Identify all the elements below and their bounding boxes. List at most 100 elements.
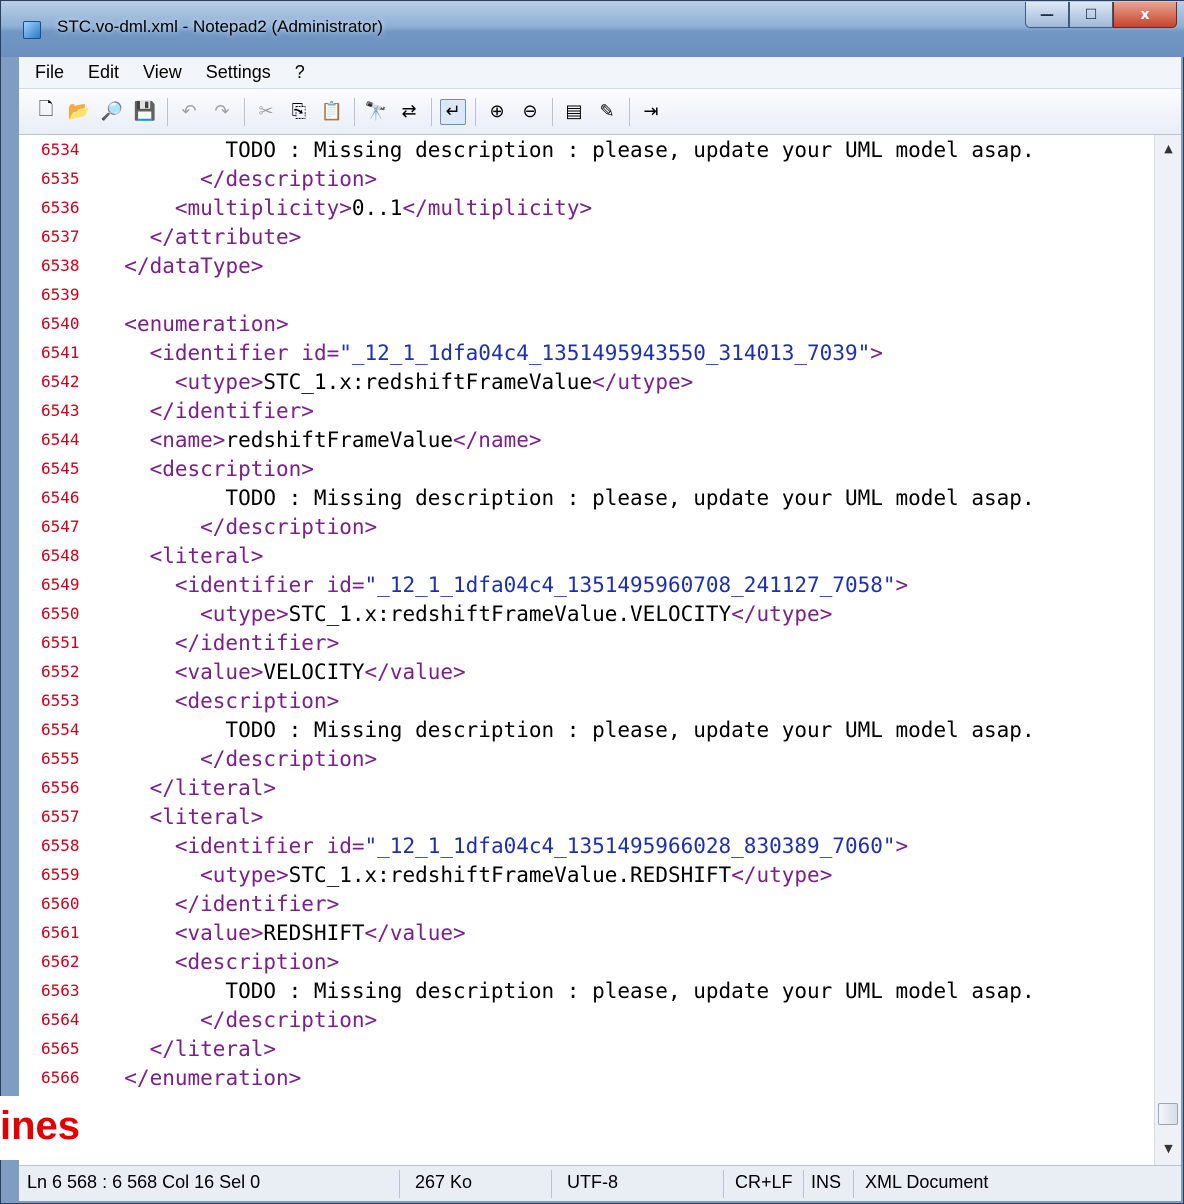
new-file-icon[interactable]: 🗋	[33, 99, 59, 125]
code-line[interactable]: 6544 <name>redshiftFrameValue</name>	[19, 425, 1154, 454]
menu-help[interactable]: ?	[287, 62, 313, 83]
copy-icon[interactable]: ⎘	[286, 99, 312, 125]
notepad2-app-icon[interactable]	[23, 21, 41, 39]
line-number: 6547	[41, 517, 80, 536]
code-line[interactable]: 6548 <literal>	[19, 541, 1154, 570]
xml-text: STC_1.x:redshiftFrameValue	[263, 369, 593, 394]
code-line[interactable]: 6538 </dataType>	[19, 251, 1154, 280]
xml-text: TODO : Missing description : please, upd…	[99, 978, 1035, 1003]
code-text: <value>REDSHIFT</value>	[99, 921, 466, 945]
paste-icon[interactable]: 📋	[319, 99, 345, 125]
title-bar[interactable]: STC.vo-dml.xml - Notepad2 (Administrator…	[1, 1, 1184, 57]
code-line[interactable]: 6554 TODO : Missing description : please…	[19, 715, 1154, 744]
line-number: 6565	[41, 1039, 80, 1058]
code-text: TODO : Missing description : please, upd…	[99, 978, 1035, 1003]
code-line[interactable]: 6555 </description>	[19, 744, 1154, 773]
find-icon[interactable]: 🔭	[363, 99, 389, 125]
xml-text	[99, 631, 175, 655]
status-document-type[interactable]: XML Document	[865, 1172, 988, 1193]
code-text: <identifier id="_12_1_1dfa04c4_135149596…	[99, 573, 908, 597]
code-line[interactable]: 6550 <utype>STC_1.x:redshiftFrameValue.V…	[19, 599, 1154, 628]
zoom-out-icon[interactable]: ⊖	[517, 99, 543, 125]
exit-icon[interactable]: ⇥	[638, 99, 664, 125]
undo-icon[interactable]: ↶	[176, 99, 202, 125]
scheme-icon[interactable]: ▤	[561, 99, 587, 125]
code-line[interactable]: 6563 TODO : Missing description : please…	[19, 976, 1154, 1005]
customize-schemes-icon[interactable]: ✎	[594, 99, 620, 125]
text-editor[interactable]: 6534 TODO : Missing description : please…	[19, 135, 1154, 1165]
line-number: 6543	[41, 401, 80, 420]
xml-text	[99, 602, 200, 626]
scroll-thumb[interactable]	[1158, 1103, 1178, 1125]
code-line[interactable]: 6535 </description>	[19, 164, 1154, 193]
scroll-down-arrow-icon[interactable]: ▼	[1155, 1137, 1182, 1159]
xml-text	[99, 167, 200, 191]
code-line[interactable]: 6537 </attribute>	[19, 222, 1154, 251]
code-line[interactable]: 6546 TODO : Missing description : please…	[19, 483, 1154, 512]
xml-text	[99, 428, 150, 452]
line-number: 6544	[41, 430, 80, 449]
code-line[interactable]: 6540 <enumeration>	[19, 309, 1154, 338]
browse-icon[interactable]: 🔎	[99, 99, 125, 125]
code-line[interactable]: 6558 <identifier id="_12_1_1dfa04c4_1351…	[19, 831, 1154, 860]
code-line[interactable]: 6561 <value>REDSHIFT</value>	[19, 918, 1154, 947]
redo-icon[interactable]: ↷	[209, 99, 235, 125]
xml-text: TODO : Missing description : please, upd…	[99, 137, 1035, 162]
code-line[interactable]: 6560 </identifier>	[19, 889, 1154, 918]
xml-tag: <description>	[174, 949, 340, 974]
line-number: 6556	[41, 778, 80, 797]
code-line[interactable]: 6539	[19, 280, 1154, 309]
status-encoding[interactable]: UTF-8	[567, 1172, 618, 1193]
status-eol[interactable]: CR+LF	[735, 1172, 793, 1193]
save-icon[interactable]: 💾	[132, 99, 158, 125]
code-line[interactable]: 6536 <multiplicity>0..1</multiplicity>	[19, 193, 1154, 222]
status-insert-mode[interactable]: INS	[811, 1172, 841, 1193]
xml-tag: >	[895, 833, 909, 858]
code-line[interactable]: 6559 <utype>STC_1.x:redshiftFrameValue.R…	[19, 860, 1154, 889]
cut-icon[interactable]: ✂	[253, 99, 279, 125]
close-button[interactable]: x	[1113, 2, 1177, 28]
code-line[interactable]: 6565 </literal>	[19, 1034, 1154, 1063]
xml-tag: <value>	[174, 920, 264, 945]
open-folder-icon[interactable]: 📂	[66, 99, 92, 125]
code-line[interactable]: 6545 <description>	[19, 454, 1154, 483]
scroll-up-arrow-icon[interactable]: ▲	[1155, 137, 1182, 159]
code-line[interactable]: 6562 <description>	[19, 947, 1154, 976]
xml-tag: </utype>	[592, 369, 694, 394]
code-line[interactable]: 6557 <literal>	[19, 802, 1154, 831]
code-line[interactable]: 6551 </identifier>	[19, 628, 1154, 657]
code-line[interactable]: 6542 <utype>STC_1.x:redshiftFrameValue</…	[19, 367, 1154, 396]
menu-settings[interactable]: Settings	[198, 62, 279, 83]
word-wrap-icon[interactable]: ↵	[440, 98, 466, 125]
overlay-label: ines	[0, 1096, 270, 1160]
code-line[interactable]: 6556 </literal>	[19, 773, 1154, 802]
code-line[interactable]: 6534 TODO : Missing description : please…	[19, 135, 1154, 164]
line-number: 6564	[41, 1010, 80, 1029]
xml-tag: <description>	[174, 688, 340, 713]
xml-text	[99, 457, 150, 481]
code-text: <utype>STC_1.x:redshiftFrameValue.REDSHI…	[99, 863, 832, 887]
menu-view[interactable]: View	[135, 62, 190, 83]
code-line[interactable]: 6541 <identifier id="_12_1_1dfa04c4_1351…	[19, 338, 1154, 367]
line-number: 6550	[41, 604, 80, 623]
menu-edit[interactable]: Edit	[80, 62, 127, 83]
menu-file[interactable]: File	[27, 62, 72, 83]
code-line[interactable]: 6549 <identifier id="_12_1_1dfa04c4_1351…	[19, 570, 1154, 599]
line-number: 6553	[41, 691, 80, 710]
xml-tag: </identifier>	[174, 891, 340, 916]
code-line[interactable]: 6564 </description>	[19, 1005, 1154, 1034]
line-number: 6545	[41, 459, 80, 478]
code-line[interactable]: 6553 <description>	[19, 686, 1154, 715]
maximize-button[interactable]: ☐	[1069, 2, 1113, 28]
xml-tag: <name>	[149, 427, 226, 452]
zoom-in-icon[interactable]: ⊕	[484, 99, 510, 125]
code-line[interactable]: 6552 <value>VELOCITY</value>	[19, 657, 1154, 686]
replace-icon[interactable]: ⇄	[396, 99, 422, 125]
vertical-scrollbar[interactable]: ▲ ▼	[1154, 135, 1181, 1165]
code-line[interactable]: 6547 </description>	[19, 512, 1154, 541]
code-line[interactable]: 6566 </enumeration>	[19, 1063, 1154, 1092]
minimize-button[interactable]: —	[1025, 2, 1069, 28]
xml-text	[99, 225, 150, 249]
code-line[interactable]: 6543 </identifier>	[19, 396, 1154, 425]
code-text: </literal>	[99, 776, 276, 800]
